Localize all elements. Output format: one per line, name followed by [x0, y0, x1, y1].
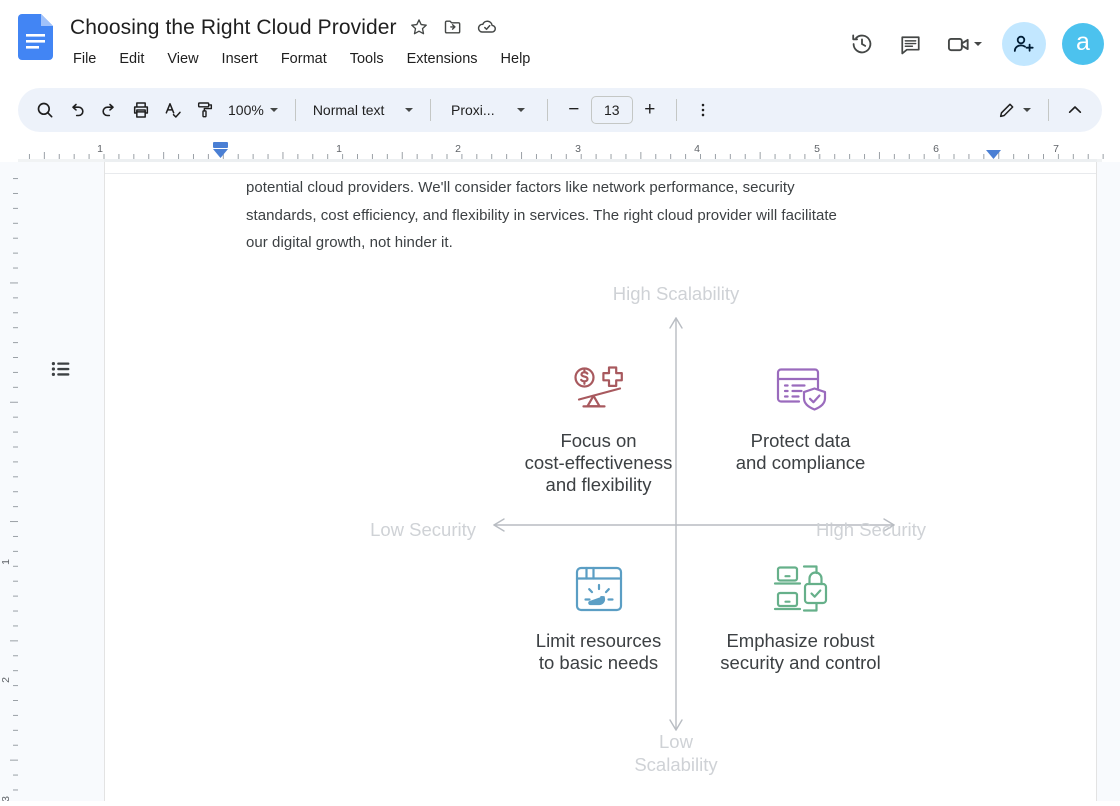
- document-outline-icon[interactable]: [46, 354, 76, 384]
- svg-text:7: 7: [1053, 143, 1059, 155]
- minus-icon: −: [568, 99, 580, 120]
- svg-text:3: 3: [575, 143, 581, 155]
- svg-text:1: 1: [336, 143, 342, 155]
- menu-file[interactable]: File: [70, 49, 99, 69]
- toolbar-divider: [294, 99, 296, 121]
- axis-label-bottom: Low Scalability: [634, 731, 718, 775]
- zoom-level-dropdown[interactable]: 100%: [222, 95, 284, 125]
- svg-text:2: 2: [0, 677, 12, 683]
- quadrant-label: Limit resources to basic needs: [535, 630, 662, 673]
- vertical-ruler: 1 2 3: [0, 162, 18, 801]
- svg-text:3: 3: [0, 796, 12, 801]
- redo-icon[interactable]: [94, 95, 124, 125]
- plus-icon: +: [644, 99, 656, 120]
- undo-icon[interactable]: [62, 95, 92, 125]
- paragraph-style-dropdown[interactable]: Normal text: [307, 95, 419, 125]
- decrease-font-size-button[interactable]: −: [559, 95, 589, 125]
- chevron-down-icon: [404, 108, 413, 112]
- horizontal-ruler[interactable]: 1 1 2 3 4 5 6 7: [0, 140, 1120, 162]
- gauge-meter-window-icon: [491, 560, 706, 618]
- paragraph-style-value: Normal text: [312, 102, 385, 118]
- font-size-input[interactable]: 13: [590, 96, 633, 124]
- svg-text:6: 6: [933, 143, 939, 155]
- svg-text:1: 1: [97, 143, 103, 155]
- chevron-down-icon: [516, 108, 525, 112]
- title-row: Choosing the Right Cloud Provider: [70, 10, 842, 44]
- laptops-lock-check-icon: [693, 560, 908, 618]
- increase-font-size-button[interactable]: +: [635, 95, 665, 125]
- font-family-dropdown[interactable]: Proxi...: [442, 95, 504, 125]
- toolbar-divider: [675, 99, 677, 121]
- quadrant-diagram[interactable]: High Scalability Low Scalability Low Sec…: [246, 282, 1046, 801]
- menu-format[interactable]: Format: [278, 49, 330, 69]
- chevron-down-icon: [974, 42, 982, 46]
- svg-text:4: 4: [694, 143, 700, 155]
- search-icon[interactable]: [30, 95, 60, 125]
- quadrant-top-right[interactable]: Protect data and compliance: [693, 360, 908, 474]
- google-docs-logo: [18, 14, 53, 60]
- menu-help[interactable]: Help: [498, 49, 534, 69]
- paint-format-icon[interactable]: [190, 95, 220, 125]
- quadrant-label: Focus on cost-effectiveness and flexibil…: [524, 430, 673, 495]
- main-toolbar: 100% Normal text Proxi... − 13 +: [18, 88, 1102, 132]
- quadrant-label: Protect data and compliance: [735, 430, 866, 473]
- toolbar-wrapper: 100% Normal text Proxi... − 13 +: [0, 88, 1120, 140]
- document-shield-check-icon: [693, 360, 908, 418]
- menu-bar: File Edit View Insert Format Tools Exten…: [70, 47, 842, 71]
- cloud-saved-icon[interactable]: [475, 15, 499, 39]
- avatar[interactable]: a: [1062, 23, 1104, 65]
- header-actions: a: [842, 22, 1104, 66]
- spellcheck-icon[interactable]: [158, 95, 188, 125]
- balance-scale-cost-icon: [491, 360, 706, 418]
- page-title[interactable]: Choosing the Right Cloud Provider: [70, 15, 397, 40]
- menu-edit[interactable]: Edit: [116, 49, 147, 69]
- app-header: Choosing the Right Cloud Provider File E…: [0, 0, 1120, 88]
- title-and-menu: Choosing the Right Cloud Provider File E…: [70, 10, 842, 71]
- menu-view[interactable]: View: [164, 49, 201, 69]
- svg-text:1: 1: [0, 559, 12, 565]
- toolbar-divider: [429, 99, 431, 121]
- axis-label-left: Low Security: [370, 519, 476, 540]
- quadrant-top-left[interactable]: Focus on cost-effectiveness and flexibil…: [491, 360, 706, 496]
- quadrant-bottom-left[interactable]: Limit resources to basic needs: [491, 560, 706, 674]
- editing-mode-button[interactable]: [991, 95, 1037, 125]
- comment-icon[interactable]: [890, 24, 930, 64]
- print-icon[interactable]: [126, 95, 156, 125]
- menu-tools[interactable]: Tools: [347, 49, 387, 69]
- svg-text:5: 5: [814, 143, 820, 155]
- document-paragraph[interactable]: potential cloud providers. We'll conside…: [246, 174, 846, 257]
- menu-extensions[interactable]: Extensions: [404, 49, 481, 69]
- toolbar-divider: [1048, 99, 1049, 121]
- toolbar-divider: [546, 99, 548, 121]
- move-to-folder-icon[interactable]: [441, 15, 465, 39]
- zoom-level-value: 100%: [228, 102, 264, 118]
- chevron-down-icon: [1023, 108, 1031, 112]
- font-family-value: Proxi...: [451, 102, 495, 118]
- document-page[interactable]: potential cloud providers. We'll conside…: [104, 162, 1097, 801]
- axis-label-right: High Security: [816, 519, 927, 540]
- menu-insert[interactable]: Insert: [219, 49, 261, 69]
- share-button[interactable]: [1002, 22, 1046, 66]
- collapse-menu-icon[interactable]: [1060, 95, 1090, 125]
- svg-text:2: 2: [455, 143, 461, 155]
- quadrant-label: Emphasize robust security and control: [720, 630, 881, 673]
- chevron-down-icon: [269, 108, 278, 112]
- star-icon[interactable]: [407, 15, 431, 39]
- axis-label-top: High Scalability: [612, 283, 740, 304]
- quadrant-bottom-right[interactable]: Emphasize robust security and control: [693, 560, 908, 674]
- document-workspace: 1 2 3 potential cloud providers. We'll con…: [0, 162, 1120, 801]
- font-family-caret[interactable]: [506, 95, 536, 125]
- more-options-icon[interactable]: [688, 95, 718, 125]
- video-call-button[interactable]: [938, 24, 988, 64]
- version-history-icon[interactable]: [842, 24, 882, 64]
